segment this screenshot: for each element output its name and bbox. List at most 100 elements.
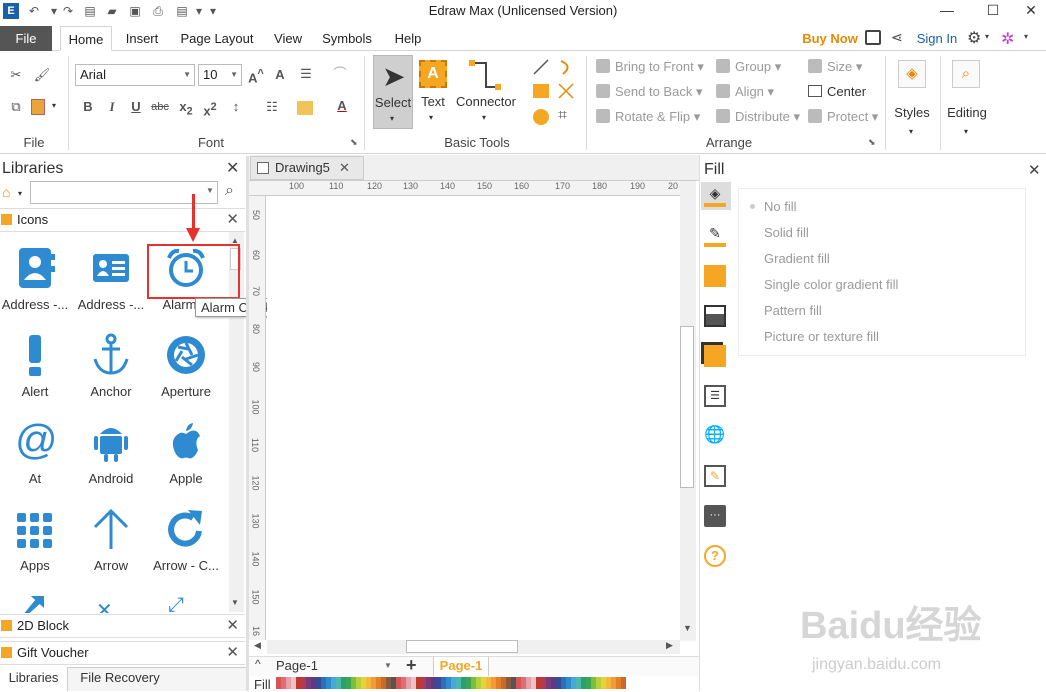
fill-option-gradient[interactable]: Gradient fill bbox=[750, 251, 830, 266]
tab-home[interactable]: Home bbox=[60, 26, 112, 51]
search-icon[interactable]: ⌕ bbox=[225, 182, 234, 200]
cut-icon[interactable]: ✂ bbox=[6, 66, 26, 86]
library-section-icons[interactable]: Icons ✕ bbox=[0, 208, 245, 232]
close-libraries-icon[interactable]: ✕ bbox=[226, 158, 239, 178]
connector-tool-label[interactable]: Connector bbox=[453, 94, 519, 109]
group-button[interactable]: Group ▾ bbox=[716, 59, 781, 75]
font-color-icon[interactable]: A bbox=[332, 97, 352, 117]
protect-button[interactable]: Protect ▾ bbox=[808, 109, 878, 125]
customize-icon[interactable]: ▾ bbox=[205, 3, 221, 19]
close-icon[interactable]: ✕ bbox=[226, 615, 239, 637]
library-item-apps[interactable]: Apps bbox=[0, 507, 70, 594]
ellipse-icon[interactable] bbox=[533, 109, 549, 125]
library-item-anchor[interactable]: Anchor bbox=[76, 333, 146, 420]
chevron-down-icon[interactable]: ▾ bbox=[985, 32, 989, 41]
sign-in-link[interactable]: Sign In bbox=[914, 26, 960, 51]
grow-font-icon[interactable]: A^ bbox=[246, 65, 266, 85]
add-page-icon[interactable]: + bbox=[406, 655, 417, 676]
chevron-down-icon[interactable]: ▾ bbox=[964, 127, 968, 136]
tab-view[interactable]: View bbox=[266, 26, 310, 51]
copy-icon[interactable]: ⧉ bbox=[6, 98, 26, 118]
library-item-alert[interactable]: Alert bbox=[0, 333, 70, 420]
send-to-back-button[interactable]: Send to Back ▾ bbox=[596, 84, 702, 100]
share-icon[interactable]: ⋖ bbox=[891, 29, 903, 46]
subscript-icon[interactable]: x2 bbox=[176, 98, 196, 118]
dialog-launcher-icon[interactable]: ⬊ bbox=[350, 137, 358, 148]
rotate-flip-button[interactable]: Rotate & Flip ▾ bbox=[596, 109, 700, 125]
close-icon[interactable]: ✕ bbox=[226, 209, 239, 231]
expand-arrow-icon[interactable] bbox=[22, 596, 44, 613]
line-spacing-icon[interactable]: ↕ bbox=[226, 98, 246, 118]
tab-libraries[interactable]: Libraries bbox=[0, 667, 68, 691]
help-icon[interactable]: ? bbox=[704, 545, 726, 567]
redo-icon[interactable]: ↷ bbox=[60, 3, 76, 19]
close-tab-icon[interactable]: ✕ bbox=[339, 157, 350, 179]
fill-option-solid[interactable]: Solid fill bbox=[750, 225, 809, 240]
file-menu-tab[interactable]: File bbox=[0, 26, 52, 51]
canvas-v-scroll-thumb[interactable] bbox=[680, 326, 694, 488]
underline-icon[interactable]: U bbox=[126, 98, 146, 118]
chevron-down-icon[interactable]: ▾ bbox=[909, 127, 913, 136]
strikethrough-icon[interactable]: abc bbox=[150, 98, 170, 118]
globe-icon[interactable]: 🌐 bbox=[704, 425, 726, 447]
minimize-button[interactable]: — bbox=[932, 0, 962, 22]
scroll-down-icon[interactable]: ▼ bbox=[231, 598, 239, 607]
buy-now-link[interactable]: Buy Now bbox=[801, 26, 859, 51]
chevron-down-icon[interactable]: ▾ bbox=[18, 189, 22, 198]
tab-page-layout[interactable]: Page Layout bbox=[176, 26, 258, 51]
undo-icon[interactable]: ↶ bbox=[26, 3, 42, 19]
close-fill-panel-icon[interactable]: ✕ bbox=[1028, 161, 1041, 179]
bold-icon[interactable]: B bbox=[78, 98, 98, 118]
rectangle-icon[interactable] bbox=[533, 84, 549, 98]
search-icon[interactable]: ⌕ bbox=[952, 60, 980, 88]
new-icon[interactable]: ▤ bbox=[82, 3, 98, 19]
fullscreen-icon[interactable]: ⤢ bbox=[168, 594, 184, 613]
font-size-select[interactable]: 10 ▼ bbox=[198, 64, 242, 86]
save-icon[interactable]: ▣ bbox=[127, 3, 143, 19]
fill-option-pattern[interactable]: Pattern fill bbox=[750, 303, 822, 318]
arc-icon[interactable] bbox=[557, 58, 575, 76]
connector-tool-icon[interactable] bbox=[468, 58, 502, 92]
wrap-icon[interactable]: ⌒ bbox=[330, 65, 350, 85]
maximize-button[interactable]: ☐ bbox=[978, 0, 1008, 22]
italic-icon[interactable]: I bbox=[102, 98, 122, 118]
document-properties-icon[interactable]: ☰ bbox=[704, 385, 726, 407]
open-icon[interactable]: ▰ bbox=[104, 3, 120, 19]
color-swatch[interactable] bbox=[621, 677, 626, 689]
fill-bucket-icon[interactable]: ◈ bbox=[704, 185, 726, 207]
library-section-2d-block[interactable]: 2D Block ✕ bbox=[0, 614, 245, 638]
drawing-canvas[interactable] bbox=[267, 196, 679, 640]
chevron-up-icon[interactable]: ^ bbox=[255, 657, 261, 671]
dialog-launcher-icon[interactable]: ⬊ bbox=[868, 137, 876, 148]
text-tool-icon[interactable]: A bbox=[419, 60, 447, 88]
library-item-apple[interactable]: Apple bbox=[151, 420, 221, 507]
shrink-font-icon[interactable]: A bbox=[270, 66, 290, 86]
shadow-icon[interactable] bbox=[704, 345, 726, 367]
paste-icon[interactable] bbox=[31, 99, 45, 115]
align-button[interactable]: Align ▾ bbox=[716, 84, 774, 100]
line-pen-icon[interactable]: ✎ bbox=[704, 225, 726, 247]
gear-icon[interactable]: ⚙ bbox=[967, 28, 981, 48]
crosshair-icon[interactable] bbox=[557, 82, 575, 100]
fill-option-no-fill[interactable]: No fill bbox=[750, 199, 797, 214]
tab-insert[interactable]: Insert bbox=[118, 26, 166, 51]
styles-icon[interactable]: ◈ bbox=[898, 60, 926, 88]
page-select[interactable]: Page-1 ▼ bbox=[276, 657, 396, 675]
format-painter-icon[interactable]: 🖌 bbox=[32, 66, 52, 86]
canvas-h-scroll-thumb[interactable] bbox=[406, 640, 518, 653]
library-item-aperture[interactable]: Aperture bbox=[151, 333, 221, 420]
chevron-down-icon[interactable]: ▾ bbox=[1024, 32, 1028, 41]
bring-to-front-button[interactable]: Bring to Front ▾ bbox=[596, 59, 704, 75]
chevron-down-icon[interactable]: ▾ bbox=[482, 113, 486, 122]
editing-button[interactable]: Editing bbox=[942, 105, 992, 120]
close-icon[interactable]: ✕ bbox=[226, 642, 239, 664]
tab-file-recovery[interactable]: File Recovery bbox=[70, 667, 170, 691]
page-tab[interactable]: Page-1 bbox=[433, 657, 489, 676]
highlight-icon[interactable] bbox=[297, 101, 313, 115]
library-item-arrow-circle[interactable]: Arrow - C... bbox=[151, 507, 221, 594]
scroll-left-icon[interactable]: ◀ bbox=[254, 640, 261, 651]
cart-icon[interactable] bbox=[865, 30, 881, 45]
library-item-address-book[interactable]: Address -... bbox=[0, 246, 70, 333]
library-search-input[interactable] bbox=[30, 181, 218, 204]
library-item-arrow[interactable]: Arrow bbox=[76, 507, 146, 594]
